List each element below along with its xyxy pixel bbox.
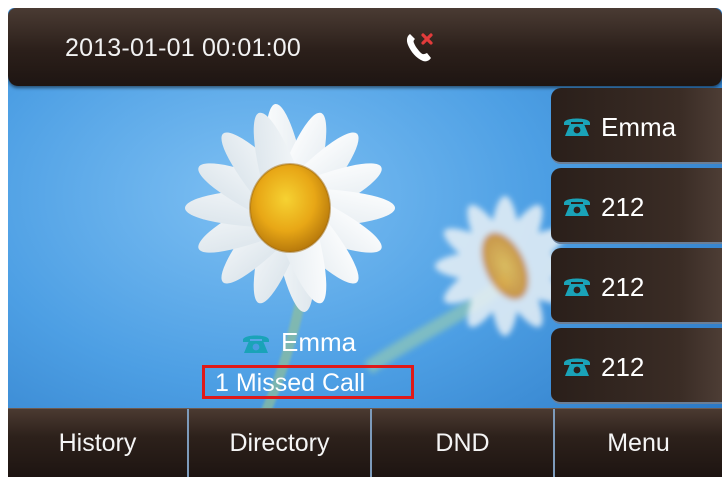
line-key-label: 212 [601, 352, 645, 382]
phone-icon [564, 278, 590, 296]
phone-icon [564, 358, 590, 376]
softkey-bar: History Directory DND Menu [8, 408, 722, 477]
directory-softkey[interactable]: Directory [189, 409, 372, 477]
phone-screen: 2013-01-01 00:01:00 Emma 212 212 212 Emm… [8, 8, 722, 477]
line-keys-panel: Emma 212 212 212 [551, 88, 722, 406]
missed-call-text: 1 Missed Call [215, 369, 366, 397]
line-key-label: Emma [601, 112, 677, 142]
caller-name: Emma [281, 327, 357, 357]
softkey-label: Menu [607, 429, 670, 457]
history-softkey[interactable]: History [8, 409, 189, 477]
missed-call-notification[interactable]: 1 Missed Call [202, 365, 414, 399]
phone-icon [564, 198, 590, 216]
date-time: 2013-01-01 00:01:00 [65, 34, 301, 62]
line-key-label: 212 [601, 272, 645, 302]
softkey-label: History [58, 429, 137, 457]
phone-icon [243, 335, 269, 353]
softkey-label: Directory [229, 429, 330, 457]
phone-icon [564, 118, 590, 136]
line-key-3[interactable]: 212 [551, 248, 722, 324]
missed-call-icon [406, 33, 433, 62]
softkey-label: DND [435, 429, 490, 457]
line-key-4[interactable]: 212 [551, 328, 722, 404]
menu-softkey[interactable]: Menu [555, 409, 722, 477]
status-bar: 2013-01-01 00:01:00 [8, 8, 722, 86]
line-key-2[interactable]: 212 [551, 168, 722, 244]
dnd-softkey[interactable]: DND [372, 409, 555, 477]
line-key-1[interactable]: Emma [551, 88, 722, 164]
line-key-label: 212 [601, 192, 645, 222]
